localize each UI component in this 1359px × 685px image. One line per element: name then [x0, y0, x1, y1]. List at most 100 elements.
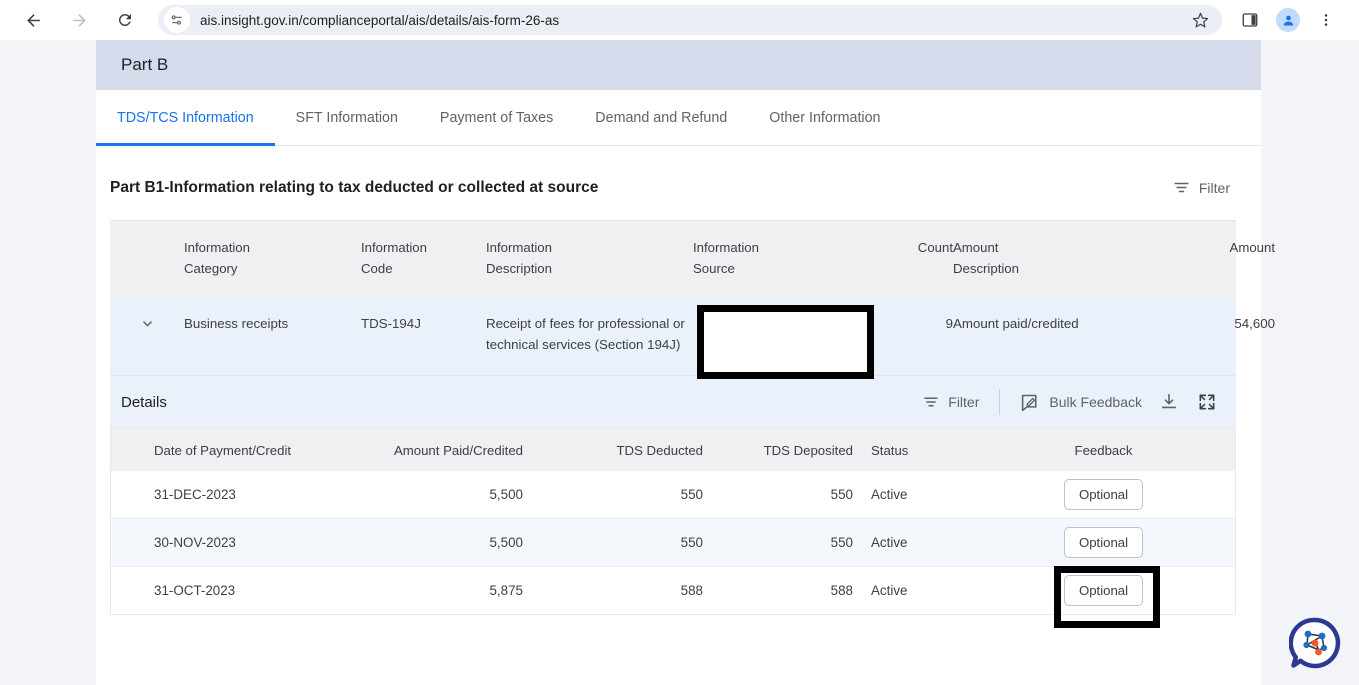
tab-label: SFT Information: [295, 109, 398, 126]
cell-feedback: Optional: [981, 527, 1226, 558]
cell-tds-deducted: 588: [680, 583, 703, 598]
star-icon[interactable]: [1188, 8, 1212, 32]
filter-icon: [924, 397, 938, 407]
bulk-feedback-icon: [1022, 394, 1037, 411]
cell-amount-paid: 5,500: [489, 487, 523, 502]
cell-status: Active: [871, 535, 908, 550]
col-label-line2: Source: [693, 261, 735, 276]
forward-button[interactable]: [64, 5, 94, 35]
fullscreen-expand-icon: [1199, 394, 1215, 410]
tab-payment-of-taxes[interactable]: Payment of Taxes: [419, 90, 574, 145]
row-expand-button[interactable]: [110, 313, 184, 355]
chevron-down-icon: [142, 321, 152, 327]
cell-feedback: Optional: [981, 479, 1226, 510]
details-actions: Filter Bulk Feedback: [916, 388, 1224, 417]
cell-tds-deducted: 550: [680, 535, 703, 550]
section-header: Part B1-Information relating to tax dedu…: [96, 146, 1261, 201]
forward-arrow-icon: [72, 13, 86, 27]
col-expand-spacer: [110, 237, 184, 279]
tab-sft-information[interactable]: SFT Information: [275, 90, 419, 145]
details-title: Details: [121, 393, 167, 411]
cell-amount-paid: 5,500: [489, 535, 523, 550]
filter-button-details[interactable]: Filter: [916, 389, 985, 415]
reload-button[interactable]: [110, 5, 140, 35]
url-text: ais.insight.gov.in/complianceportal/ais/…: [200, 12, 560, 28]
cell-date: 31-DEC-2023: [154, 487, 236, 502]
col-label-line1: Amount: [953, 240, 999, 255]
tab-label: TDS/TCS Information: [117, 109, 254, 126]
profile-button[interactable]: [1272, 4, 1304, 36]
cell-status: Active: [871, 487, 908, 502]
col-label-line2: Description: [953, 261, 1019, 276]
download-button[interactable]: [1152, 388, 1186, 416]
col-label-line1: Information: [361, 240, 427, 255]
col-tds-deposited: TDS Deposited: [763, 443, 853, 458]
details-header: Details Filter Bulk Feedback: [110, 375, 1236, 428]
cell-tds-deposited: 588: [830, 583, 853, 598]
col-feedback: Feedback: [1074, 443, 1133, 458]
feedback-optional-button[interactable]: Optional: [1063, 479, 1144, 510]
filter-label: Filter: [1198, 179, 1230, 196]
col-amount: Amount: [1229, 240, 1275, 255]
information-source-highlight-box: [697, 305, 874, 379]
profile-avatar-icon: [1276, 8, 1300, 32]
col-information-category: Information Category: [184, 237, 361, 279]
expand-fullscreen-button[interactable]: [1190, 388, 1224, 416]
browser-menu-button[interactable]: [1310, 4, 1342, 36]
table-row[interactable]: 30-NOV-2023 5,500 550 550 Active Optiona…: [110, 519, 1236, 567]
cell-information-code: TDS-194J: [361, 316, 421, 331]
browser-toolbar: ais.insight.gov.in/complianceportal/ais/…: [0, 0, 1359, 40]
cell-date: 31-OCT-2023: [154, 583, 236, 598]
chat-support-button[interactable]: [1288, 617, 1341, 669]
information-table-row[interactable]: Business receipts TDS-194J Receipt of fe…: [110, 297, 1275, 379]
filter-button-b1[interactable]: Filter: [1166, 174, 1236, 201]
col-label-line1: Information: [693, 240, 759, 255]
information-table-header: Information Category Information Code In…: [110, 221, 1275, 297]
cell-tds-deposited: 550: [830, 535, 853, 550]
col-label-line2: Code: [361, 261, 393, 276]
cell-amount: 54,600: [1234, 316, 1275, 331]
cell-information-category: Business receipts: [184, 316, 289, 331]
tab-demand-and-refund[interactable]: Demand and Refund: [574, 90, 748, 145]
bulk-feedback-button[interactable]: Bulk Feedback: [1014, 388, 1148, 417]
col-count: Count: [917, 240, 953, 255]
bulk-feedback-label: Bulk Feedback: [1049, 394, 1142, 410]
address-bar[interactable]: ais.insight.gov.in/complianceportal/ais/…: [158, 5, 1222, 35]
col-amount-description: Amount Description: [953, 237, 1198, 279]
tab-bar: TDS/TCS Information SFT Information Paym…: [96, 90, 1261, 146]
col-tds-deducted: TDS Deducted: [616, 443, 704, 458]
page-viewport: Part B TDS/TCS Information SFT Informati…: [0, 40, 1359, 685]
back-arrow-icon: [26, 13, 40, 27]
cell-tds-deposited: 550: [830, 487, 853, 502]
cell-amount-description: Amount paid/credited: [953, 316, 1079, 331]
tab-other-information[interactable]: Other Information: [748, 90, 901, 145]
download-icon: [1161, 393, 1177, 409]
feedback-button-highlight-box: [1054, 566, 1160, 628]
three-dot-menu-icon: [1324, 14, 1328, 26]
part-b-header: Part B: [96, 40, 1261, 90]
section-title: Part B1-Information relating to tax dedu…: [110, 178, 599, 196]
col-label-line2: Category: [184, 261, 238, 276]
feedback-optional-button[interactable]: Optional: [1063, 527, 1144, 558]
filter-label: Filter: [948, 394, 980, 410]
back-button[interactable]: [18, 5, 48, 35]
cell-count: 9: [945, 316, 953, 331]
page-title: Part B: [121, 55, 169, 74]
site-settings-icon[interactable]: [164, 7, 190, 33]
cell-status: Active: [871, 583, 908, 598]
cell-information-description: Receipt of fees for professional or tech…: [486, 316, 685, 352]
tab-tds-tcs-information[interactable]: TDS/TCS Information: [96, 90, 275, 146]
col-status: Status: [871, 443, 909, 458]
toolbar-right-actions: [1228, 4, 1342, 36]
action-divider: [999, 389, 1001, 415]
table-row[interactable]: 31-DEC-2023 5,500 550 550 Active Optiona…: [110, 471, 1236, 519]
side-panel-icon: [1242, 13, 1258, 27]
information-table: Information Category Information Code In…: [110, 220, 1275, 379]
filter-icon: [1174, 182, 1189, 193]
col-label-line2: Description: [486, 261, 552, 276]
side-panel-button[interactable]: [1234, 4, 1266, 36]
tab-label: Demand and Refund: [595, 109, 728, 126]
cell-tds-deducted: 550: [680, 487, 703, 502]
tab-label: Other Information: [769, 109, 881, 126]
col-information-code: Information Code: [361, 237, 486, 279]
